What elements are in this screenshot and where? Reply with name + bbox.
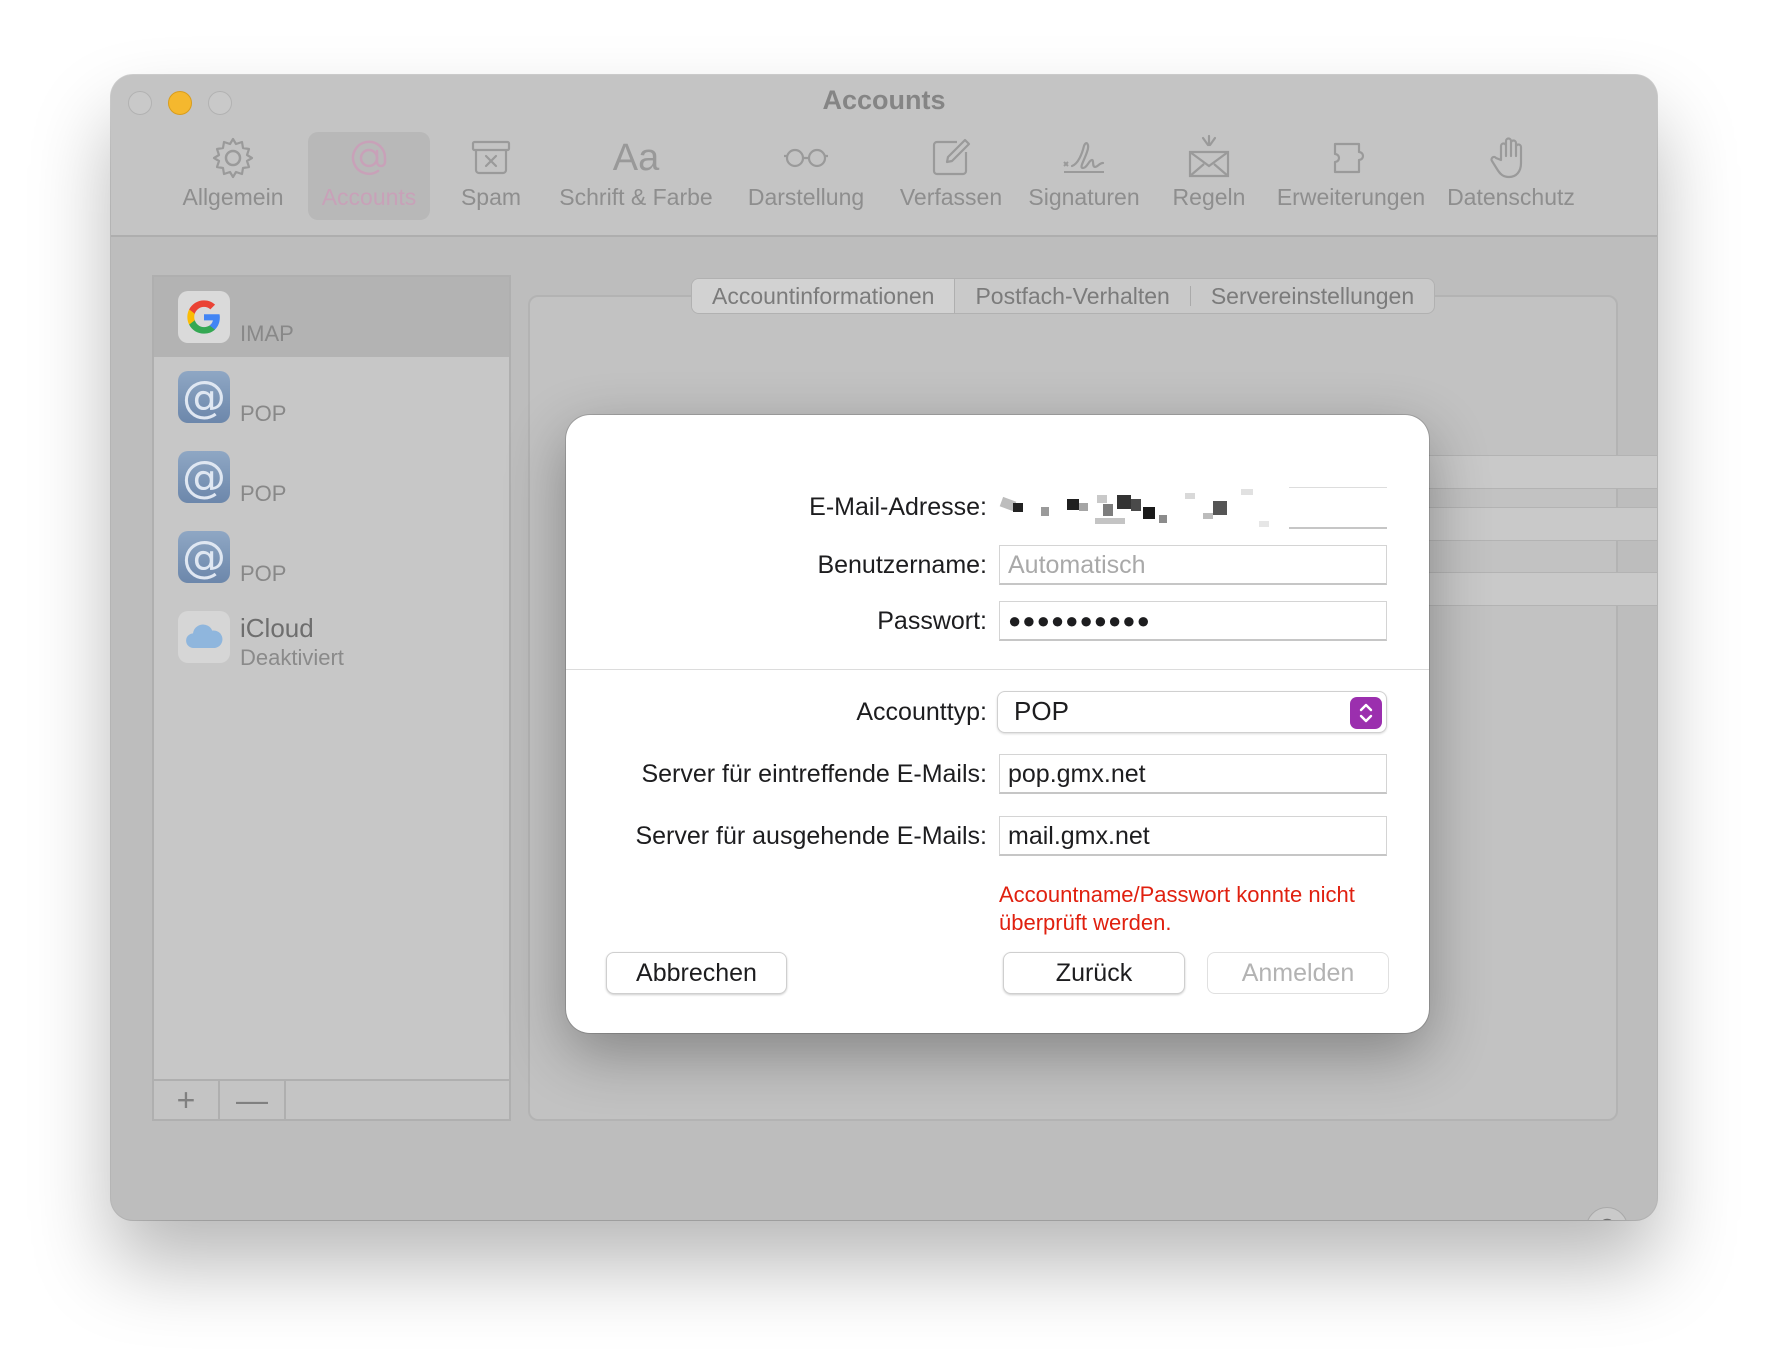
toolbar-label: Signaturen [1028, 184, 1140, 210]
password-field[interactable]: ●●●●●●●●●● [999, 601, 1387, 641]
account-type: POP [240, 401, 287, 426]
toolbar-tab-datenschutz[interactable]: Datenschutz [1443, 132, 1579, 220]
redacted-email-blur [999, 489, 1269, 527]
account-setup-sheet: E-Mail-Adresse: Benutzername: Automatisc… [566, 415, 1429, 1033]
account-type-popup[interactable]: POP [997, 691, 1387, 733]
account-row-google[interactable]: IMAP [154, 277, 509, 357]
account-tabs: Accountinformationen Postfach-Verhalten … [691, 278, 1436, 314]
toolbar-label: Spam [460, 184, 522, 210]
outgoing-server-field[interactable]: mail.gmx.net [999, 816, 1387, 856]
username-field[interactable]: Automatisch [999, 545, 1387, 585]
section-divider [566, 669, 1429, 670]
toolbar-label: Datenschutz [1447, 184, 1575, 210]
icloud-icon [178, 611, 230, 663]
cancel-button[interactable]: Abbrechen [606, 952, 787, 994]
toolbar-tab-regeln[interactable]: Regeln [1159, 132, 1259, 220]
puzzle-icon [1321, 132, 1381, 184]
toolbar-label: Erweiterungen [1276, 184, 1426, 210]
account-row-pop[interactable]: @ POP [154, 357, 509, 437]
help-button[interactable]: ? [1586, 1207, 1628, 1220]
outgoing-server-label: Server für ausgehende E-Mails: [635, 822, 987, 850]
toolbar-tab-verfassen[interactable]: Verfassen [886, 132, 1016, 220]
back-button[interactable]: Zurück [1003, 952, 1185, 994]
username-label: Benutzername: [817, 551, 987, 579]
error-message: Accountname/Passwort konnte nicht überpr… [999, 882, 1355, 935]
sign-in-button[interactable]: Anmelden [1207, 952, 1389, 994]
at-sign-icon: @ [178, 531, 230, 583]
sidebar-footer: + — [154, 1079, 509, 1119]
window-title: Accounts [822, 85, 946, 115]
email-label: E-Mail-Adresse: [809, 493, 987, 521]
toolbar-tab-spam[interactable]: Spam [441, 132, 541, 220]
toolbar-label: Accounts [321, 184, 417, 210]
tab-accountinformationen[interactable]: Accountinformationen [692, 279, 956, 313]
toolbar-tab-signaturen[interactable]: Signaturen [1019, 132, 1149, 220]
toolbar-tab-allgemein[interactable]: Allgemein [166, 132, 300, 220]
toolbar-tab-erweiterungen[interactable]: Erweiterungen [1268, 132, 1434, 220]
remove-account-button[interactable]: — [220, 1081, 286, 1119]
incoming-server-field[interactable]: pop.gmx.net [999, 754, 1387, 794]
field-border [1289, 527, 1387, 529]
password-label: Passwort: [877, 607, 987, 635]
account-row-pop[interactable]: @ POP [154, 437, 509, 517]
toolbar-label: Darstellung [747, 184, 865, 210]
tab-servereinstellungen[interactable]: Servereinstellungen [1191, 279, 1434, 313]
google-icon [178, 291, 230, 343]
account-row-pop[interactable]: @ POP [154, 517, 509, 597]
accounts-sidebar: IMAP @ POP @ POP @ POP iCloud Deaktivier… [152, 275, 511, 1121]
toolbar-tab-darstellung[interactable]: Darstellung [731, 132, 881, 220]
account-name: iCloud [240, 613, 314, 643]
glasses-icon [776, 132, 836, 184]
toolbar-label: Schrift & Farbe [559, 184, 713, 210]
signature-icon [1054, 132, 1114, 184]
tab-postfach-verhalten[interactable]: Postfach-Verhalten [955, 279, 1189, 313]
at-icon [339, 132, 399, 184]
account-type: POP [240, 481, 287, 506]
account-type-value: POP [1014, 696, 1069, 726]
preferences-window: Accounts Allgemein Accounts Spam Aa Schr… [111, 75, 1657, 1220]
toolbar-tab-schrift-farbe[interactable]: Aa Schrift & Farbe [551, 132, 721, 220]
toolbar-label: Verfassen [899, 184, 1003, 210]
toolbar-tab-accounts[interactable]: Accounts [308, 132, 430, 220]
gear-icon [203, 132, 263, 184]
field-border [1289, 487, 1387, 488]
account-row-icloud[interactable]: iCloud Deaktiviert [154, 597, 509, 677]
toolbar-label: Regeln [1172, 184, 1246, 210]
toolbar-label: Allgemein [182, 184, 284, 210]
email-field[interactable] [999, 485, 1387, 529]
incoming-server-label: Server für eintreffende E-Mails: [641, 760, 987, 788]
account-type-label: Accounttyp: [856, 698, 987, 726]
compose-icon [921, 132, 981, 184]
account-status: Deaktiviert [240, 645, 344, 670]
add-account-button[interactable]: + [154, 1081, 220, 1119]
toolbar: Accounts Allgemein Accounts Spam Aa Schr… [111, 75, 1657, 237]
updown-chevron-icon [1350, 697, 1382, 729]
rules-envelope-icon [1179, 132, 1239, 184]
font-aa-icon: Aa [612, 136, 660, 179]
at-sign-icon: @ [178, 371, 230, 423]
hand-icon [1481, 132, 1541, 184]
at-sign-icon: @ [178, 451, 230, 503]
account-type: POP [240, 561, 287, 586]
account-type: IMAP [240, 321, 294, 346]
junk-tray-icon [461, 132, 521, 184]
